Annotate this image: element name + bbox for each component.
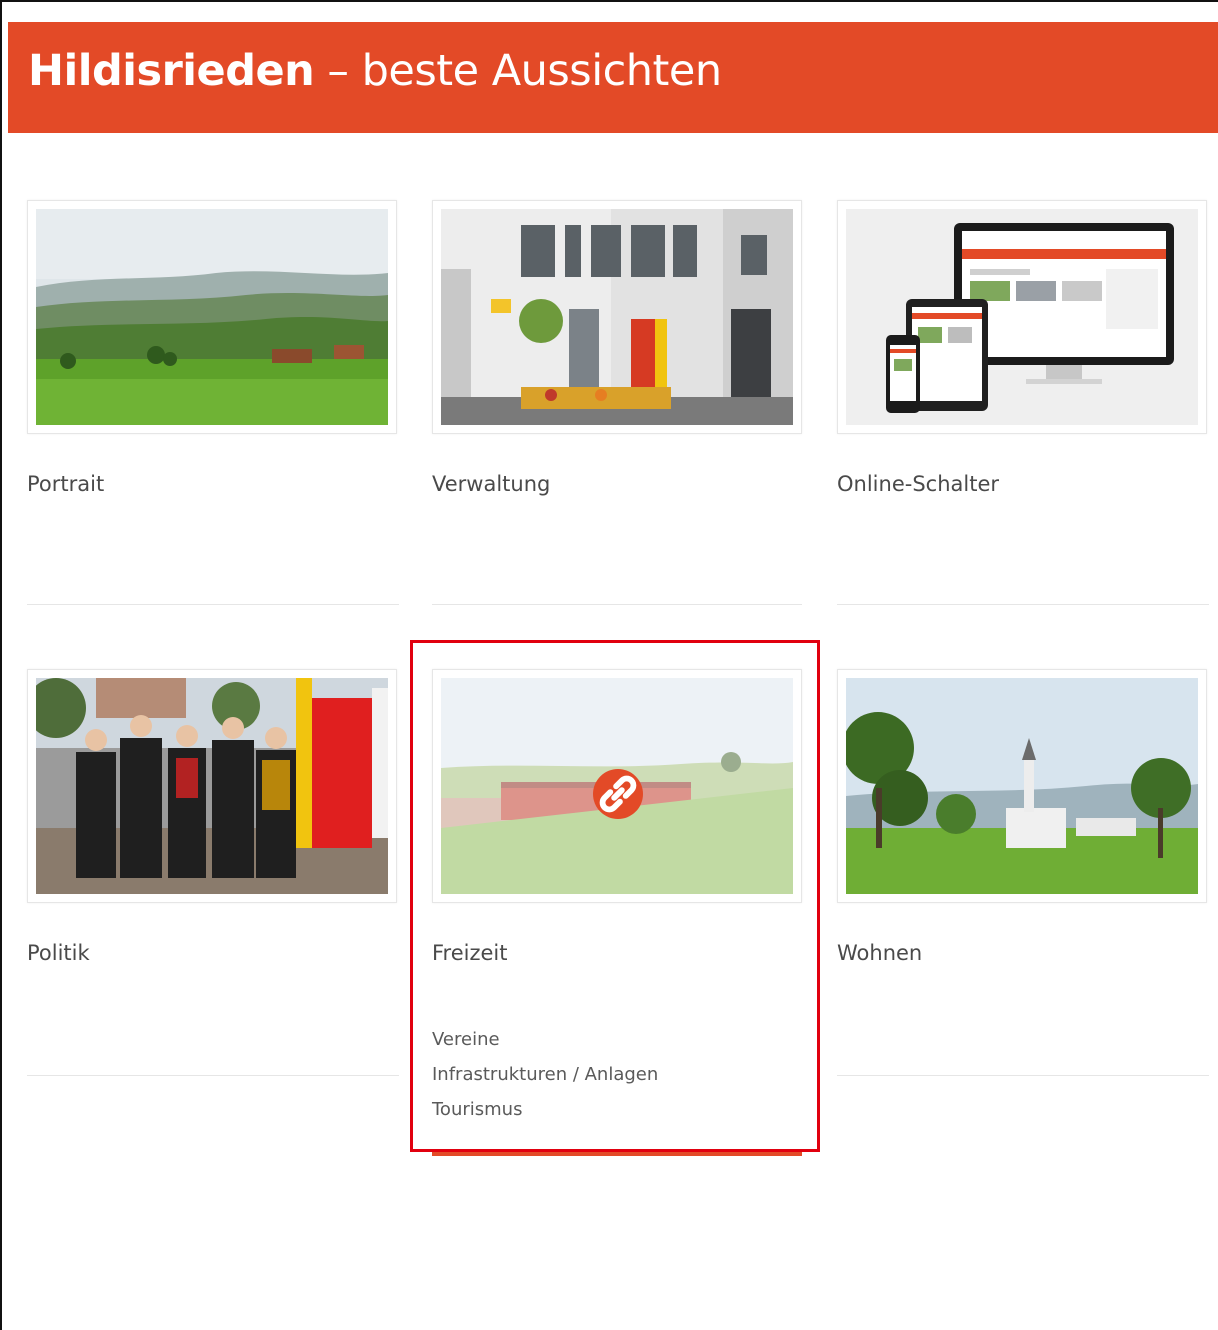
tile-verwaltung[interactable]: Verwaltung	[432, 200, 804, 606]
tile-label[interactable]: Wohnen	[837, 941, 922, 965]
site-header: Hildisrieden – beste Aussichten	[8, 22, 1218, 133]
tile-divider	[837, 1075, 1209, 1076]
tile-label[interactable]: Politik	[27, 941, 90, 965]
title-rest: – beste Aussichten	[314, 46, 722, 96]
selection-highlight-box	[410, 640, 820, 1152]
tile-image-frame[interactable]	[27, 200, 397, 434]
tile-image-frame[interactable]	[432, 200, 802, 434]
tile-online-schalter[interactable]: Online-Schalter	[837, 200, 1209, 606]
tile-divider	[27, 604, 399, 605]
village-church-photo	[846, 678, 1198, 894]
responsive-devices-mockup	[846, 209, 1198, 425]
tile-divider-active	[432, 1152, 802, 1156]
tile-politik[interactable]: Politik	[27, 669, 399, 1076]
council-group-photo	[36, 678, 388, 894]
tile-wohnen[interactable]: Wohnen	[837, 669, 1209, 1076]
tile-divider	[837, 604, 1209, 605]
tile-divider	[27, 1075, 399, 1076]
title-strong: Hildisrieden	[28, 46, 315, 96]
tile-label[interactable]: Online-Schalter	[837, 472, 999, 496]
tile-image-frame[interactable]	[837, 200, 1207, 434]
page-title[interactable]: Hildisrieden – beste Aussichten	[28, 46, 722, 96]
tile-image-frame[interactable]	[27, 669, 397, 903]
tile-label[interactable]: Verwaltung	[432, 472, 550, 496]
rolling-green-landscape-photo	[36, 209, 388, 425]
municipal-building-photo	[441, 209, 793, 425]
tile-image-frame[interactable]	[837, 669, 1207, 903]
tile-divider	[432, 604, 802, 605]
tile-label[interactable]: Portrait	[27, 472, 104, 496]
tile-portrait[interactable]: Portrait	[27, 200, 399, 606]
